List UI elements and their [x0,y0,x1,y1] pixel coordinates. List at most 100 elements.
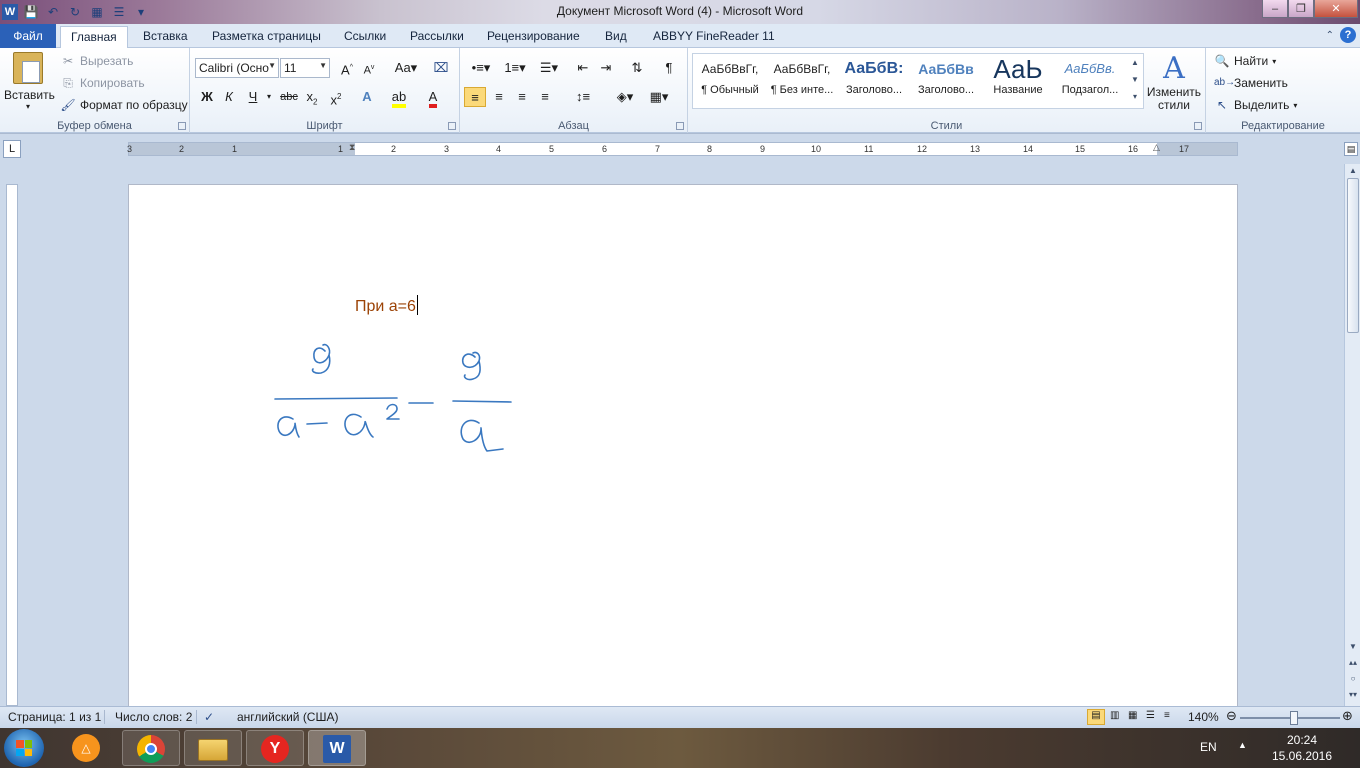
increase-indent-icon[interactable]: ⇥ [595,58,617,78]
numbering-icon[interactable]: 1≡▾ [500,58,530,78]
tab-home[interactable]: Главная [60,26,128,49]
document-text-line[interactable]: При а=6 [355,295,418,316]
taskbar-chrome[interactable] [122,730,180,766]
styles-scroll[interactable]: ▲ ▼ ▾ [1128,54,1142,108]
clock-date[interactable]: 15.06.2016 [1266,749,1338,763]
style-heading1[interactable]: АаБбВ: Заголово... [838,54,910,106]
clock-time[interactable]: 20:24 [1272,733,1332,747]
avast-icon[interactable]: △ [72,734,102,762]
clipboard-launcher-icon[interactable] [178,122,186,130]
select-button[interactable]: ↖ Выделить ▾ [1214,95,1297,115]
style-no-spacing[interactable]: АаБбВвГг, ¶ Без инте... [766,54,838,106]
tab-abbyy[interactable]: ABBYY FineReader 11 [653,28,775,48]
align-left-icon[interactable]: ≡ [464,87,486,107]
page-count[interactable]: Страница: 1 из 1 [8,710,101,724]
sort-icon[interactable]: ⇅ [626,58,648,78]
taskbar-explorer[interactable] [184,730,242,766]
chevron-down-icon[interactable]: ▾ [258,87,280,107]
prev-page-icon[interactable]: ▴▴ [1345,656,1360,670]
scroll-up-icon[interactable]: ▲ [1345,164,1360,178]
strikethrough-icon[interactable]: abc [278,87,300,107]
align-center-icon[interactable]: ≡ [488,87,510,107]
style-subtitle[interactable]: АаБбВв. Подзагол... [1054,54,1126,106]
zoom-level[interactable]: 140% [1188,710,1219,724]
style-normal[interactable]: АаБбВвГг, ¶ Обычный [694,54,766,106]
taskbar-yandex[interactable]: Y [246,730,304,766]
font-size-combo[interactable]: 11 ▼ [280,58,330,78]
word-count[interactable]: Число слов: 2 [115,710,192,724]
zoom-slider-knob[interactable] [1290,711,1298,725]
browse-object-icon[interactable]: ○ [1345,672,1360,686]
shrink-font-icon[interactable]: Av [358,58,380,78]
highlight-icon[interactable]: ab [388,87,410,108]
pilcrow-icon[interactable]: ¶ [658,58,680,78]
paste-button[interactable]: Вставить ▾ [4,52,55,116]
italic-icon[interactable]: К [218,87,240,107]
next-page-icon[interactable]: ▾▾ [1345,688,1360,702]
maximize-button[interactable]: ❐ [1288,0,1314,18]
font-color-icon[interactable]: A [422,87,444,108]
bold-icon[interactable]: Ж [196,87,218,107]
font-launcher-icon[interactable] [448,122,456,130]
tab-insert[interactable]: Вставка [143,28,188,48]
replace-button[interactable]: ab→ Заменить [1214,73,1288,93]
zoom-out-icon[interactable]: ⊖ [1226,708,1237,724]
find-button[interactable]: 🔍 Найти ▾ [1214,51,1277,71]
styles-launcher-icon[interactable] [1194,122,1202,130]
tab-view[interactable]: Вид [605,28,627,48]
subscript-icon[interactable]: x2 [301,87,323,107]
cut-button[interactable]: ✂ Вырезать [60,51,133,71]
outline-icon[interactable]: ☰ [1146,710,1155,721]
draft-icon[interactable]: ≡ [1164,710,1170,721]
help-icon[interactable]: ? [1340,27,1356,43]
full-screen-reading-icon[interactable]: ▥ [1110,710,1119,721]
font-name-combo[interactable]: Calibri (Осно ▼ [195,58,279,78]
grow-font-icon[interactable]: A^ [336,58,358,78]
decrease-indent-icon[interactable]: ⇤ [572,58,594,78]
vertical-ruler[interactable] [6,184,18,706]
tab-references[interactable]: Ссылки [344,28,386,48]
text-effects-icon[interactable]: A [356,87,378,107]
show-hidden-icons-icon[interactable]: ▲ [1238,740,1247,750]
tab-mailings[interactable]: Рассылки [410,28,464,48]
print-layout-icon[interactable]: ▤ [1087,709,1105,725]
collapse-ribbon-icon[interactable]: ⌃ [1326,30,1334,41]
horizontal-ruler[interactable]: 3 2 1 1 2 3 4 5 6 7 8 9 10 11 12 13 14 1… [127,142,1238,156]
right-indent-marker-icon[interactable]: △ [1153,142,1160,153]
web-layout-icon[interactable]: ▦ [1128,710,1137,721]
change-case-icon[interactable]: Aa▾ [392,58,420,78]
copy-button[interactable]: ⎘ Копировать [60,73,144,93]
change-styles-button[interactable]: A Изменить стили [1144,52,1204,116]
bullets-icon[interactable]: •≡▾ [466,58,496,78]
format-painter-button[interactable]: 🖌 Формат по образцу [60,95,187,115]
proofing-icon[interactable]: ✓ [204,710,214,724]
scroll-thumb[interactable] [1347,178,1359,333]
clear-formatting-icon[interactable]: ⌧ [430,58,452,78]
justify-icon[interactable]: ≡ [534,87,556,107]
view-ruler-icon[interactable]: ▤ [1344,142,1358,156]
borders-icon[interactable]: ▦▾ [644,87,674,107]
minimize-button[interactable]: – [1262,0,1288,18]
document-page[interactable]: При а=6 [128,184,1238,706]
paragraph-launcher-icon[interactable] [676,122,684,130]
zoom-in-icon[interactable]: ⊕ [1342,708,1353,724]
align-right-icon[interactable]: ≡ [511,87,533,107]
taskbar-word[interactable]: W [308,730,366,766]
scroll-down-icon[interactable]: ▼ [1345,640,1360,654]
tab-page-layout[interactable]: Разметка страницы [212,28,321,48]
style-title[interactable]: АаЬ Название [982,54,1054,106]
line-spacing-icon[interactable]: ↕≡ [568,87,598,107]
tab-selector-icon[interactable]: L [3,140,21,158]
vertical-scrollbar[interactable]: ▲ ▼ ▴▴ ○ ▾▾ [1344,164,1360,706]
multilevel-list-icon[interactable]: ☰▾ [534,58,564,78]
indent-marker-icon[interactable]: ⧗ [349,142,355,153]
superscript-icon[interactable]: x2 [325,87,347,107]
tab-file[interactable]: Файл [0,24,56,48]
input-language[interactable]: EN [1200,740,1217,754]
tab-review[interactable]: Рецензирование [487,28,580,48]
shading-icon[interactable]: ◈▾ [610,87,640,107]
close-button[interactable]: ✕ [1314,0,1358,18]
style-heading2[interactable]: АаБбВв Заголово... [910,54,982,106]
language-indicator[interactable]: английский (США) [237,710,338,724]
start-button[interactable] [4,729,44,767]
